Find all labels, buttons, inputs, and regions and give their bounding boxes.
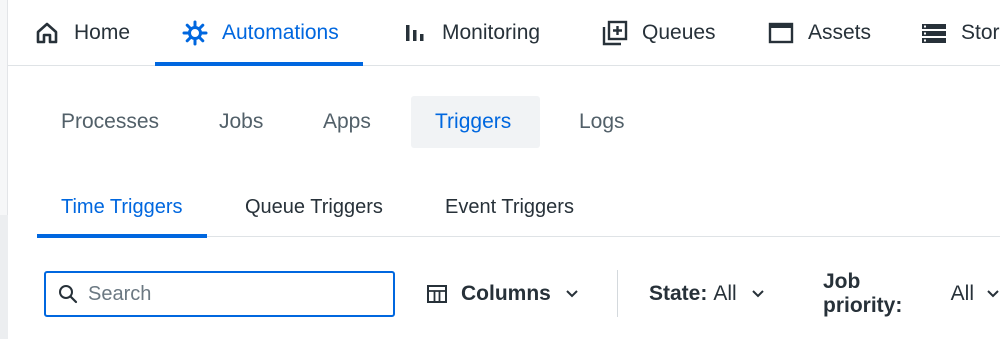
tab-label: Time Triggers	[61, 196, 183, 218]
nav-label: Monitoring	[442, 21, 541, 44]
queue-add-icon	[602, 20, 628, 46]
tab-logs[interactable]: Logs	[555, 96, 649, 148]
tab-event-triggers[interactable]: Event Triggers	[445, 178, 574, 237]
chevron-down-icon	[565, 289, 579, 299]
storage-list-icon	[921, 20, 947, 46]
nav-queues[interactable]: Queues	[602, 0, 716, 66]
state-filter-value: All	[713, 282, 737, 305]
state-filter[interactable]: State: All	[649, 271, 765, 317]
tab-queue-triggers[interactable]: Queue Triggers	[245, 178, 383, 237]
tab-triggers[interactable]: Triggers	[411, 96, 540, 148]
chevron-down-icon	[986, 289, 1000, 299]
automations-icon	[182, 20, 208, 46]
nav-home[interactable]: Home	[34, 0, 130, 66]
tab-time-triggers[interactable]: Time Triggers	[37, 178, 206, 238]
search-input[interactable]	[88, 282, 378, 306]
job-priority-filter[interactable]: Job priority: All	[823, 270, 1000, 317]
tab-label: Apps	[323, 110, 371, 133]
columns-icon	[427, 285, 447, 303]
search-icon	[58, 284, 78, 304]
state-filter-label: State:	[649, 282, 708, 305]
nav-label: Assets	[808, 21, 872, 44]
nav-assets[interactable]: Assets	[768, 0, 871, 66]
columns-button[interactable]: Columns	[427, 271, 579, 317]
nav-storage[interactable]: Stor	[921, 0, 1000, 66]
search-box	[44, 271, 395, 317]
nav-label: Automations	[222, 21, 339, 44]
nav-label: Queues	[642, 21, 716, 44]
top-navigation: Home Automations Monitoring Queues Asset…	[8, 0, 1000, 66]
nav-label: Home	[74, 21, 131, 44]
tab-label: Event Triggers	[445, 196, 574, 218]
tab-apps[interactable]: Apps	[299, 96, 395, 148]
tab-label: Processes	[61, 110, 160, 133]
tab-label: Jobs	[219, 110, 264, 133]
home-icon	[34, 20, 60, 46]
nav-label: Stor	[961, 21, 1000, 44]
trigger-type-tabs: Time Triggers Queue Triggers Event Trigg…	[37, 178, 1000, 238]
tab-label: Triggers	[435, 110, 512, 133]
tab-processes[interactable]: Processes	[37, 96, 183, 148]
job-priority-filter-label: Job priority:	[823, 270, 903, 317]
job-priority-filter-value: All	[950, 282, 974, 305]
left-rail-footer	[0, 215, 8, 339]
toolbar-divider	[617, 270, 618, 317]
tab-jobs[interactable]: Jobs	[195, 96, 287, 148]
chevron-down-icon	[751, 289, 765, 299]
asset-window-icon	[768, 20, 794, 46]
nav-automations[interactable]: Automations	[155, 0, 363, 66]
columns-label: Columns	[461, 282, 551, 305]
nav-monitoring[interactable]: Monitoring	[402, 0, 540, 66]
monitoring-bars-icon	[402, 20, 428, 46]
tab-label: Logs	[579, 110, 625, 133]
tab-label: Queue Triggers	[245, 196, 383, 218]
